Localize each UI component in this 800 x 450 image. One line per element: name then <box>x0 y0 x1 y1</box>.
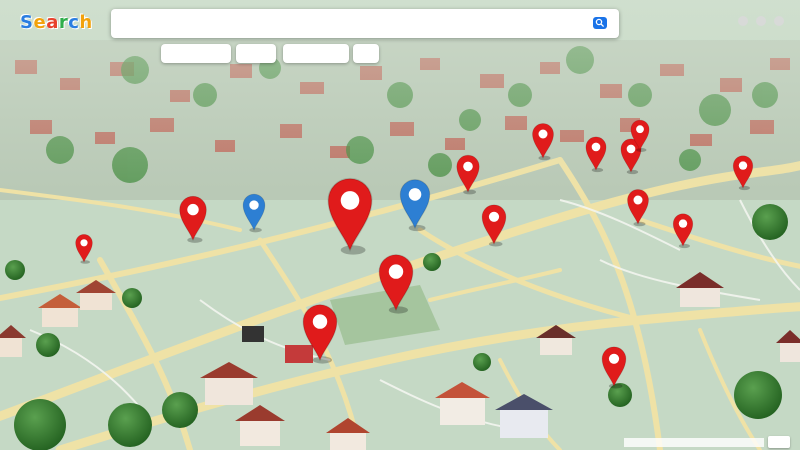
map-canvas[interactable] <box>0 0 800 450</box>
search-button[interactable] <box>593 17 607 29</box>
brand-letter: e <box>33 12 47 33</box>
search-bar <box>111 9 619 38</box>
filter-chip-1[interactable] <box>161 44 231 63</box>
filter-chip-3[interactable] <box>283 44 349 63</box>
brand-letter: c <box>68 12 80 33</box>
brand-letter: a <box>46 12 59 33</box>
search-icon <box>595 18 605 28</box>
map-attribution <box>624 438 764 447</box>
location-icon[interactable] <box>756 16 766 26</box>
filter-chip-4[interactable] <box>353 44 379 63</box>
brand-letter: r <box>58 12 69 33</box>
brand-logo[interactable]: Search <box>20 12 93 33</box>
zoom-control[interactable] <box>768 436 790 448</box>
filter-chip-2[interactable] <box>236 44 276 63</box>
search-input[interactable] <box>119 15 583 33</box>
top-right-controls <box>738 16 786 30</box>
brand-letter: S <box>20 12 34 33</box>
settings-icon[interactable] <box>774 16 784 26</box>
layers-icon[interactable] <box>738 16 748 26</box>
brand-letter: h <box>79 12 93 33</box>
